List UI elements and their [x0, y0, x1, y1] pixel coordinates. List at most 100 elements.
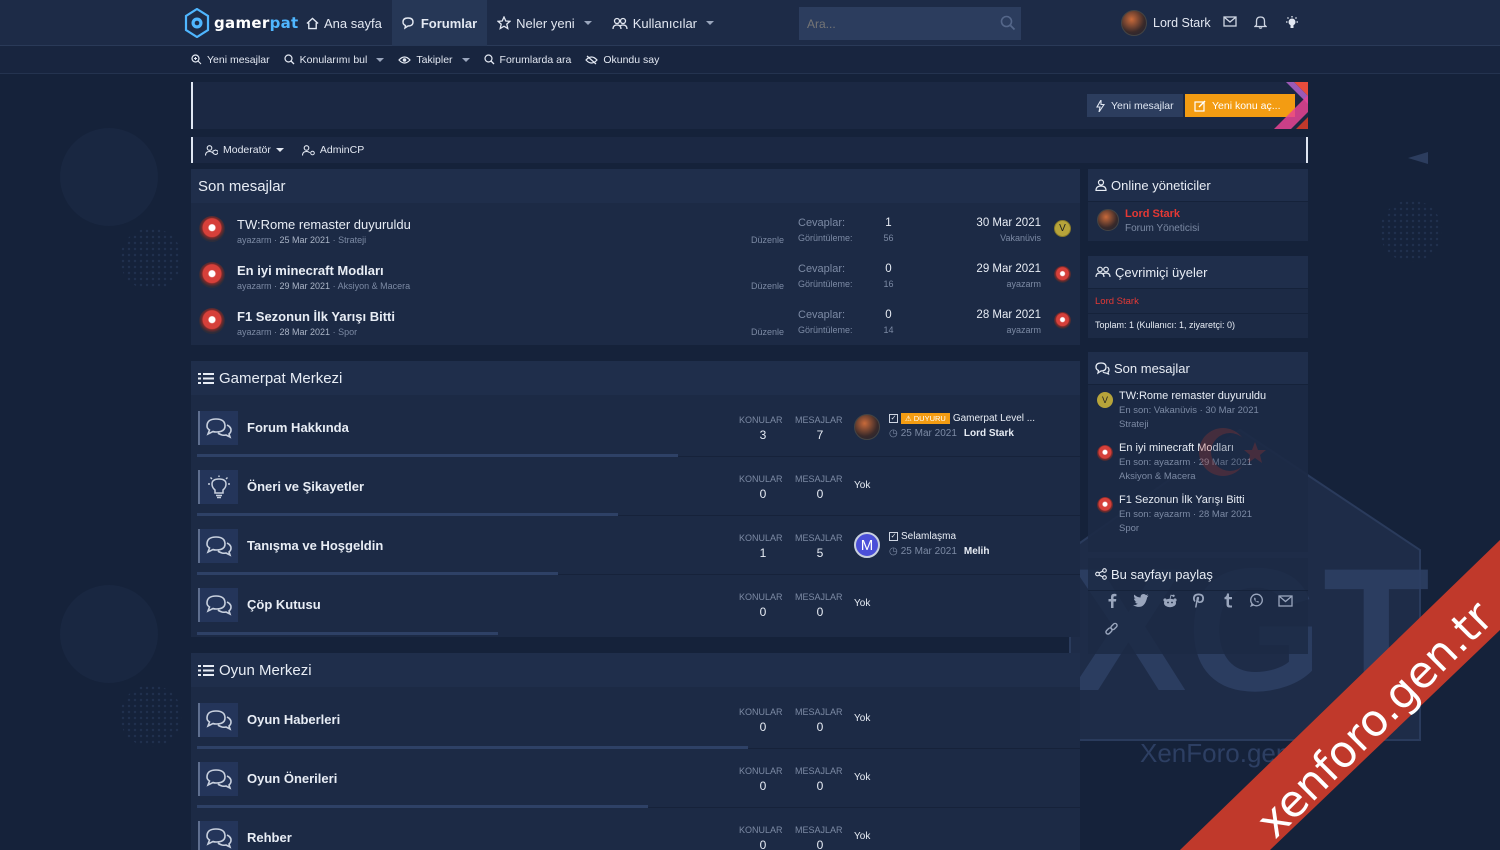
topics-label: KONULAR	[739, 766, 783, 776]
widget-title: Online yöneticiler	[1111, 177, 1211, 193]
edit-link[interactable]: Düzenle	[751, 281, 784, 291]
avatar	[199, 262, 225, 288]
avatar[interactable]	[1097, 445, 1113, 461]
bell-icon[interactable]	[1254, 15, 1267, 29]
avatar[interactable]: V	[1097, 392, 1113, 408]
recent-thread-row[interactable]: F1 Sezonun İlk Yarışı Bitti ayazarm · 28…	[191, 298, 1080, 344]
last-post-date[interactable]: 30 Mar 2021	[976, 217, 1041, 229]
messages-count: 0	[816, 487, 824, 501]
recent-thread-row[interactable]: TW:Rome remaster duyuruldu ayazarm · 25 …	[191, 206, 1080, 252]
subnav-watched[interactable]: Takipler	[398, 53, 470, 66]
last-thread[interactable]: ✓ Selamlaşma	[889, 531, 956, 542]
recent-posts-panel: Son mesajlar TW:Rome remaster duyuruldu …	[191, 169, 1080, 345]
users-icon	[612, 17, 628, 29]
new-posts-label: Yeni mesajlar	[1111, 99, 1174, 112]
category-header[interactable]: Gamerpat Merkezi	[191, 361, 1080, 395]
comments-icon	[198, 588, 238, 622]
nav-members[interactable]: Kullanıcılar	[602, 0, 724, 46]
thread-title[interactable]: TW:Rome remaster duyuruldu	[1119, 390, 1266, 402]
subnav-label: Takipler	[416, 53, 453, 66]
list-item[interactable]: F1 Sezonun İlk Yarışı Bitti En son: ayaz…	[1119, 494, 1252, 536]
search-input[interactable]	[799, 7, 1021, 40]
avatar[interactable]	[1054, 266, 1071, 283]
last-post-user[interactable]: ayazarm	[1006, 279, 1041, 289]
messages-label: MESAJLAR	[795, 766, 843, 776]
subnav-new-posts[interactable]: Yeni mesajlar	[191, 54, 270, 66]
thread-title[interactable]: F1 Sezonun İlk Yarışı Bitti	[237, 309, 395, 324]
staff-name[interactable]: Lord Stark	[1125, 208, 1180, 220]
avatar[interactable]: V	[1054, 220, 1071, 237]
edit-link[interactable]: Düzenle	[751, 235, 784, 245]
subnav-search-forums[interactable]: Forumlarda ara	[483, 54, 571, 66]
nav-whats-new-label: Neler yeni	[516, 15, 575, 31]
nav-whats-new[interactable]: Neler yeni	[487, 0, 602, 46]
forum-title[interactable]: Tanışma ve Hoşgeldin	[247, 538, 383, 553]
topics-count: 0	[759, 487, 767, 501]
logo-mark-icon	[184, 8, 210, 38]
widget-header: Online yöneticiler	[1088, 169, 1308, 202]
forum-row[interactable]: Öneri ve Şikayetler KONULAR MESAJLAR 0 0…	[197, 457, 1080, 516]
facebook-icon[interactable]	[1103, 592, 1120, 609]
forum-title[interactable]: Rehber	[247, 830, 292, 845]
subnav-mark-read[interactable]: Okundu say	[585, 54, 659, 66]
avatar[interactable]	[1097, 209, 1119, 231]
chevron-down-icon	[583, 21, 592, 25]
last-post-date[interactable]: 28 Mar 2021	[976, 309, 1041, 321]
last-post-user[interactable]: ayazarm	[1006, 325, 1041, 335]
thread-title[interactable]: TW:Rome remaster duyuruldu	[237, 217, 411, 232]
bolt-icon	[1096, 99, 1105, 112]
user-menu[interactable]: Lord Stark	[1121, 10, 1211, 36]
forum-row[interactable]: Çöp Kutusu KONULAR MESAJLAR 0 0 Yok	[197, 575, 1080, 635]
forum-title[interactable]: Forum Hakkında	[247, 420, 349, 435]
admincp-link[interactable]: AdminCP	[301, 144, 364, 156]
new-posts-button[interactable]: Yeni mesajlar	[1087, 94, 1183, 117]
forum-title[interactable]: Oyun Önerileri	[247, 771, 337, 786]
link-icon[interactable]	[1103, 621, 1120, 638]
user-cog-icon	[301, 144, 315, 156]
last-post-user[interactable]: Vakanüvis	[1000, 233, 1041, 243]
avatar[interactable]	[1054, 312, 1071, 329]
messages-label: MESAJLAR	[795, 533, 843, 543]
avatar[interactable]	[854, 414, 880, 440]
forum-row[interactable]: Oyun Önerileri KONULAR MESAJLAR 0 0 Yok	[197, 749, 1080, 808]
envelope-icon[interactable]	[1223, 15, 1237, 28]
avatar	[1121, 10, 1147, 36]
forum-row[interactable]: Forum Hakkında KONULAR MESAJLAR 3 7 ✓ ⚠ D…	[197, 398, 1080, 457]
forum-title[interactable]: Oyun Haberleri	[247, 712, 340, 727]
forum-row[interactable]: Tanışma ve Hoşgeldin KONULAR MESAJLAR 1 …	[197, 516, 1080, 575]
edit-link[interactable]: Düzenle	[751, 327, 784, 337]
corner-ribbon	[1274, 82, 1308, 129]
moderator-menu[interactable]: Moderatör	[205, 144, 284, 156]
member-name[interactable]: Lord Stark	[1095, 296, 1139, 307]
twitter-icon[interactable]	[1132, 592, 1149, 609]
avatar[interactable]	[1097, 497, 1113, 513]
no-posts: Yok	[854, 480, 871, 491]
check-square-icon: ✓	[889, 532, 898, 541]
search-icon[interactable]	[1000, 15, 1016, 31]
check-square-icon: ✓	[889, 414, 898, 423]
subnav-find-threads[interactable]: Konularımı bul	[284, 54, 385, 66]
reddit-icon[interactable]	[1161, 592, 1178, 609]
thread-title[interactable]: En iyi minecraft Modları	[237, 263, 384, 278]
nav-home[interactable]: Ana sayfa	[296, 0, 392, 46]
category-header[interactable]: Oyun Merkezi	[191, 653, 1080, 687]
thread-title[interactable]: F1 Sezonun İlk Yarışı Bitti	[1119, 494, 1252, 506]
nav-home-label: Ana sayfa	[324, 15, 382, 31]
lightbulb-icon[interactable]	[1284, 15, 1300, 31]
forum-row[interactable]: Rehber KONULAR MESAJLAR 0 0 Yok	[197, 808, 1080, 850]
divider	[1088, 313, 1308, 314]
last-post-date[interactable]: 29 Mar 2021	[976, 263, 1041, 275]
watermark-ribbon: xenforo.gen.tr	[1180, 540, 1500, 850]
share-icon	[1095, 568, 1107, 580]
recent-thread-row[interactable]: En iyi minecraft Modları ayazarm · 29 Ma…	[191, 252, 1080, 298]
avatar[interactable]: M	[854, 532, 880, 558]
comments-icon	[198, 703, 238, 737]
nav-forums[interactable]: Forumlar	[391, 0, 488, 46]
forum-title[interactable]: Çöp Kutusu	[247, 597, 321, 612]
site-logo[interactable]: gamerpat	[184, 8, 299, 38]
forum-row[interactable]: Oyun Haberleri KONULAR MESAJLAR 0 0 Yok	[197, 690, 1080, 749]
last-thread[interactable]: ✓ ⚠ DUYURU Gamerpat Level ...	[889, 413, 1035, 424]
forum-title[interactable]: Öneri ve Şikayetler	[247, 479, 364, 494]
views-label: Görüntüleme:	[798, 325, 853, 335]
widget-header: Son mesajlar	[1088, 352, 1308, 385]
